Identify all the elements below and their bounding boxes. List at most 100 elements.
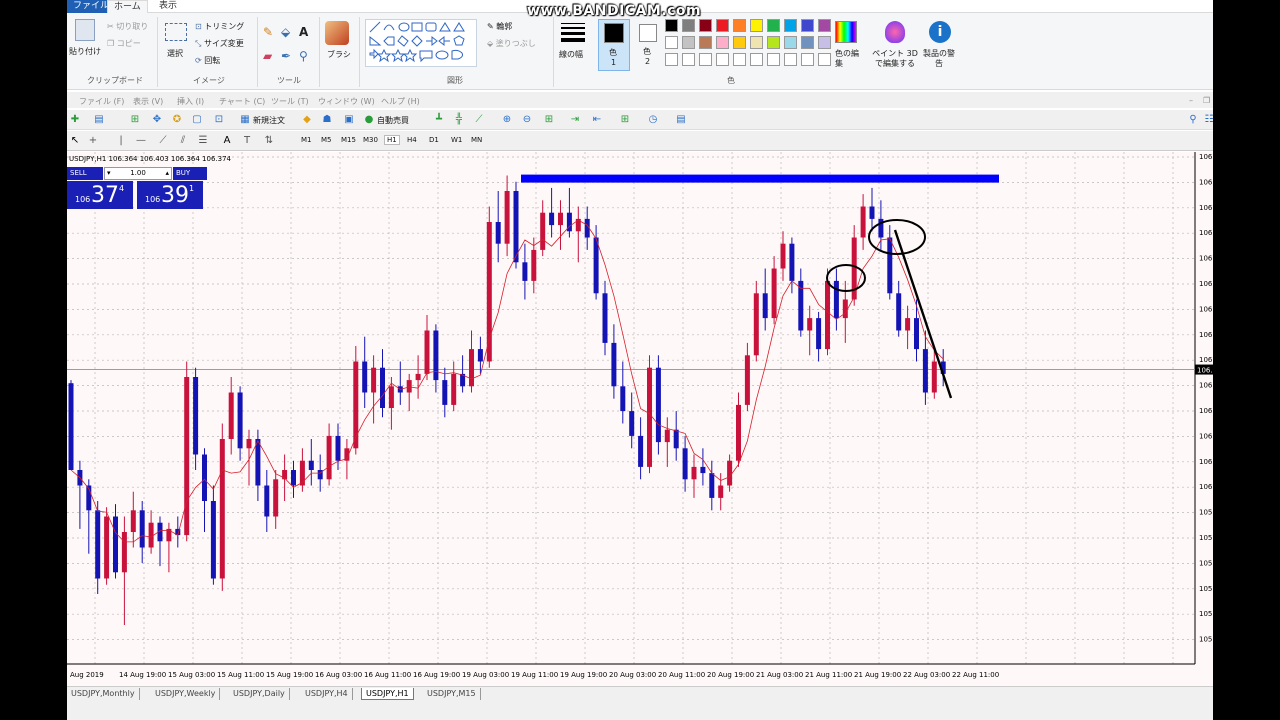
palette-swatch[interactable] <box>750 19 763 32</box>
autoscroll-icon[interactable]: ⇥ <box>569 114 581 126</box>
menu-help[interactable]: ヘルプ (H) <box>381 96 420 107</box>
timeframe-h4[interactable]: H4 <box>407 136 417 144</box>
chart-shift-icon[interactable]: ⇤ <box>591 114 603 126</box>
market-icon[interactable]: ▣ <box>343 114 355 126</box>
palette-swatch-empty[interactable] <box>784 53 797 66</box>
palette-swatch[interactable] <box>682 19 695 32</box>
fill-button[interactable]: ⬙ 塗りつぶし <box>487 38 536 49</box>
timeframe-m5[interactable]: M5 <box>321 136 332 144</box>
brush-button[interactable]: ブラシ <box>327 49 351 60</box>
palette-swatch[interactable] <box>733 19 746 32</box>
candlestick-icon[interactable]: ╬ <box>453 114 465 126</box>
periods-icon[interactable]: ◷ <box>647 114 659 126</box>
paint3d-button[interactable]: ペイント 3D で編集する <box>871 49 919 69</box>
rotate-button[interactable]: ⟳ 回転 <box>195 55 220 66</box>
menu-window[interactable]: ウィンドウ (W) <box>318 96 375 107</box>
fill-icon[interactable]: ⬙ <box>281 25 290 39</box>
palette-swatch-empty[interactable] <box>716 53 729 66</box>
palette-swatch[interactable] <box>716 19 729 32</box>
minimize-icon[interactable]: – <box>1189 96 1193 105</box>
sell-button[interactable]: SELL <box>67 167 103 180</box>
palette-swatch-empty[interactable] <box>801 53 814 66</box>
palette-swatch[interactable] <box>733 36 746 49</box>
new-chart-icon[interactable]: ✚ <box>69 114 81 126</box>
timeframe-h1[interactable]: H1 <box>384 135 400 145</box>
signals-icon[interactable]: ☗ <box>321 114 333 126</box>
terminal-icon[interactable]: ▢ <box>191 114 203 126</box>
trendline-icon[interactable]: ⟋ <box>157 135 169 147</box>
crop-button[interactable]: ⊡ トリミング <box>195 21 244 32</box>
timeframe-m1[interactable]: M1 <box>301 136 312 144</box>
copy-button[interactable]: ❐ コピー <box>107 38 141 49</box>
palette-swatch-empty[interactable] <box>699 53 712 66</box>
palette-swatch[interactable] <box>716 36 729 49</box>
chart-tab-h1[interactable]: USDJPY,H1 <box>361 688 414 700</box>
text-label-icon[interactable]: A <box>221 135 233 147</box>
menu-tools[interactable]: ツール (T) <box>271 96 309 107</box>
menu-insert[interactable]: 挿入 (I) <box>177 96 204 107</box>
palette-swatch[interactable] <box>784 36 797 49</box>
palette-swatch[interactable] <box>699 36 712 49</box>
fibonacci-icon[interactable]: ☰ <box>197 135 209 147</box>
data-window-icon[interactable]: ✥ <box>151 114 163 126</box>
outline-button[interactable]: ✎ 輪郭 <box>487 21 512 32</box>
sell-price[interactable]: 106 37 4 <box>67 181 133 209</box>
price-chart[interactable]: 106. 106. 106. 106. 106. 106. 106. 106. 106. 106.… <box>67 152 1213 686</box>
color-edit-button[interactable]: 色の編集 <box>835 49 861 69</box>
cut-button[interactable]: ✂ 切り取り <box>107 21 148 32</box>
chart-tab-m15[interactable]: USDJPY,M15 <box>423 688 481 700</box>
chart-tab-h4[interactable]: USDJPY,H4 <box>301 688 353 700</box>
menu-chart[interactable]: チャート (C) <box>219 96 265 107</box>
market-watch-icon[interactable]: ⊞ <box>129 114 141 126</box>
navigator-icon[interactable]: ✪ <box>171 114 183 126</box>
palette-swatch[interactable] <box>818 19 831 32</box>
color-picker-icon[interactable]: ✒ <box>281 49 291 63</box>
lot-up-icon[interactable]: ▴ <box>165 168 171 179</box>
line-chart-icon[interactable]: ⟋ <box>473 114 485 126</box>
lot-size-input[interactable]: ▾ 1.00 ▴ <box>104 167 172 180</box>
tab-view[interactable]: 表示 <box>153 0 183 13</box>
profiles-icon[interactable]: ▤ <box>93 114 105 126</box>
zoom-in-icon[interactable]: ⊕ <box>501 114 513 126</box>
palette-swatch[interactable] <box>818 36 831 49</box>
timeframe-m15[interactable]: M15 <box>341 136 356 144</box>
bar-chart-icon[interactable]: ┻ <box>433 114 445 126</box>
palette-swatch[interactable] <box>767 36 780 49</box>
line-width-button[interactable]: 線の幅 <box>559 49 583 60</box>
tab-home[interactable]: ホーム <box>107 0 148 13</box>
zoom-out-icon[interactable]: ⊖ <box>521 114 533 126</box>
autotrade-button[interactable]: 自動売買 <box>377 115 409 126</box>
timeframe-d1[interactable]: D1 <box>429 136 439 144</box>
palette-swatch-empty[interactable] <box>733 53 746 66</box>
vertical-line-icon[interactable]: | <box>115 135 127 147</box>
paste-button[interactable]: 貼り付け <box>69 46 101 57</box>
text-icon[interactable]: A <box>299 25 308 39</box>
timeframe-w1[interactable]: W1 <box>451 136 462 144</box>
resize-button[interactable]: ⤡ サイズ変更 <box>195 38 244 49</box>
palette-swatch-empty[interactable] <box>750 53 763 66</box>
palette-swatch[interactable] <box>767 19 780 32</box>
cursor-icon[interactable]: ↖ <box>69 135 81 147</box>
palette-swatch[interactable] <box>784 19 797 32</box>
palette-swatch[interactable] <box>665 19 678 32</box>
crosshair-icon[interactable]: + <box>87 135 99 147</box>
product-notice-button[interactable]: 製品の警告 <box>923 49 955 69</box>
restore-icon[interactable]: ❐ <box>1203 96 1210 105</box>
palette-swatch-empty[interactable] <box>665 53 678 66</box>
buy-button[interactable]: BUY <box>173 167 207 180</box>
palette-swatch[interactable] <box>665 36 678 49</box>
timeframe-mn[interactable]: MN <box>471 136 482 144</box>
color2-button[interactable]: 色 2 <box>633 19 665 71</box>
tester-icon[interactable]: ⊡ <box>213 114 225 126</box>
community-icon[interactable]: ☷ <box>1203 114 1213 126</box>
search-icon[interactable]: ⚲ <box>1187 114 1199 126</box>
templates-icon[interactable]: ▤ <box>675 114 687 126</box>
palette-swatch-empty[interactable] <box>682 53 695 66</box>
indicators-icon[interactable]: ⊞ <box>619 114 631 126</box>
palette-swatch[interactable] <box>682 36 695 49</box>
palette-swatch[interactable] <box>750 36 763 49</box>
palette-swatch-empty[interactable] <box>818 53 831 66</box>
color1-button[interactable]: 色 1 <box>598 19 630 71</box>
palette-swatch[interactable] <box>699 19 712 32</box>
select-button[interactable]: 選択 <box>167 48 183 59</box>
